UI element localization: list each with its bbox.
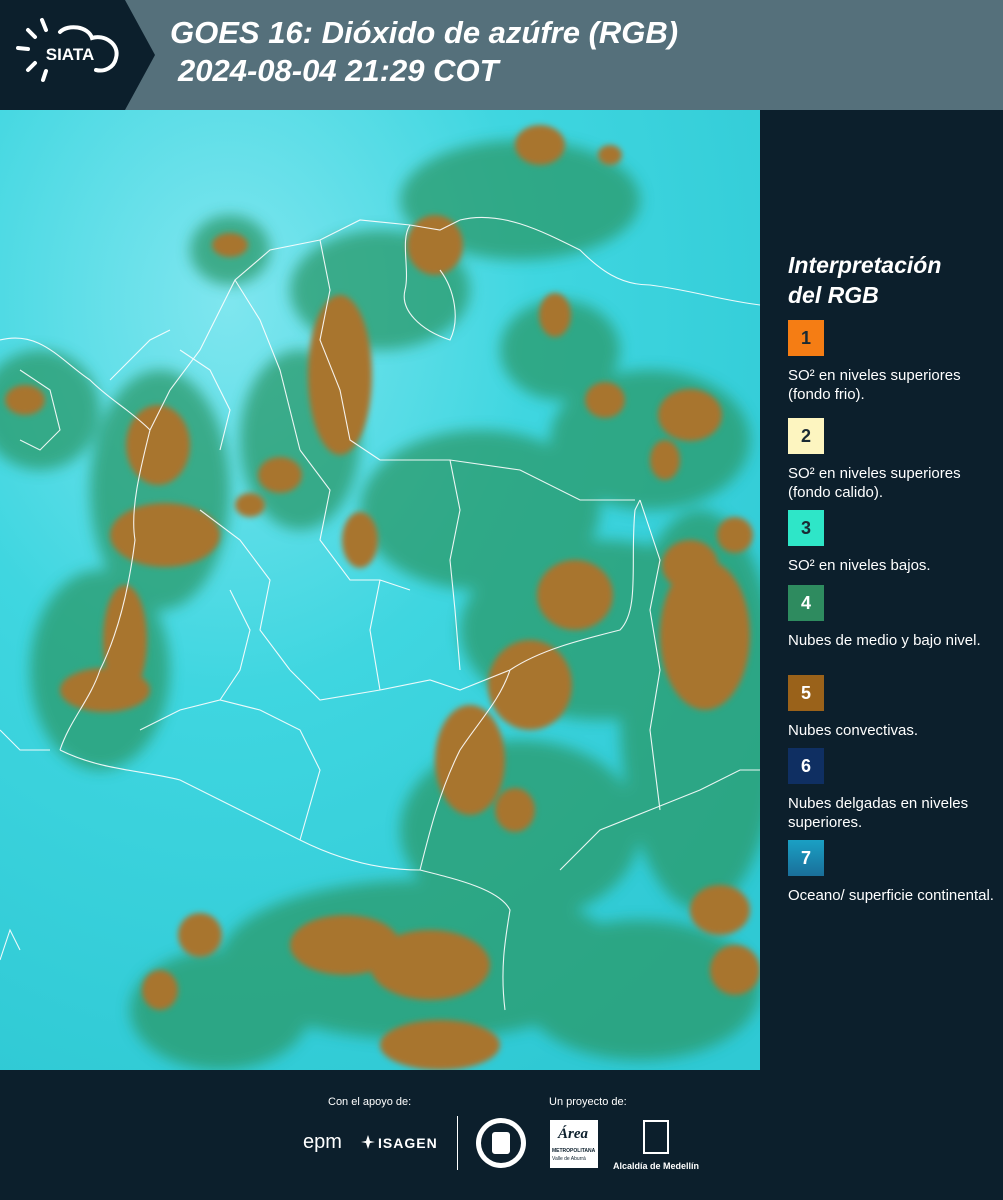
area-metropolitana-logo: Área METROPOLITANA Valle de Aburrá [550,1120,598,1168]
legend-swatch-3: 3 [788,510,824,546]
footer-sponsors: Con el apoyo de: Un proyecto de: epm ISA… [0,1070,1003,1200]
legend-swatch-5: 5 [788,675,824,711]
legend-text-7: Oceano/ superficie continental. [788,887,994,904]
medellin-seal-logo [476,1118,526,1168]
area-logo-sub2: Valle de Aburrá [552,1156,586,1162]
legend-text-3: SO² en niveles bajos. [788,557,931,574]
legend-text-2: SO² en niveles superiores (fondo calido)… [788,465,961,501]
isagen-text: ISAGEN [378,1135,438,1151]
area-logo-text: Área [558,1126,588,1142]
legend-item-7: 7 Oceano/ superficie continental. [788,840,998,905]
legend-item-3: 3 SO² en niveles bajos. [788,510,998,575]
alcaldia-text: Alcaldía de Medellín [613,1161,700,1171]
legend-swatch-2: 2 [788,418,824,454]
title-timestamp: 2024-08-04 21:29 COT [178,53,499,88]
footer-divider [457,1116,458,1170]
legend-item-5: 5 Nubes convectivas. [788,675,998,740]
legend-text-6: Nubes delgadas en niveles superiores. [788,795,969,831]
satellite-map [0,110,760,1070]
isagen-mark-icon [361,1135,375,1149]
legend-swatch-6: 6 [788,748,824,784]
legend-swatch-4: 4 [788,585,824,621]
legend-swatch-1: 1 [788,320,824,356]
siata-logo-text: SIATA [46,45,94,64]
siata-logo: SIATA [0,0,155,110]
header-bar: SIATA GOES 16: Dióxido de azúfre (RGB) 2… [0,0,1003,110]
support-label: Con el apoyo de: [328,1096,412,1108]
project-label: Un proyecto de: [549,1096,627,1108]
legend-item-2: 2 SO² en niveles superiores (fondo calid… [788,418,998,502]
legend-item-1: 1 SO² en niveles superiores (fondo frio)… [788,320,998,404]
area-logo-sub: METROPOLITANA [552,1148,596,1154]
map-imagery [0,110,760,1070]
title-line-1: GOES 16: Dióxido de azúfre (RGB) [170,15,679,50]
legend-title-line-1: Interpretación [788,252,942,278]
legend-text-5: Nubes convectivas. [788,722,919,739]
legend-swatch-7: 7 [788,840,824,876]
epm-logo: epm [303,1131,342,1153]
legend-panel: Interpretación del RGB 1 SO² en niveles … [760,110,1003,1070]
legend-title-line-2: del RGB [788,282,879,308]
legend-item-6: 6 Nubes delgadas en niveles superiores. [788,748,998,832]
page-title: GOES 16: Dióxido de azúfre (RGB) 2024-08… [170,14,678,90]
legend-title: Interpretación del RGB [788,250,941,310]
legend-text-4: Nubes de medio y bajo nivel. [788,632,981,649]
legend-text-1: SO² en niveles superiores (fondo frio). [788,367,961,403]
legend-item-4: 4 Nubes de medio y bajo nivel. [788,585,998,650]
alcaldia-shield-icon [643,1120,669,1154]
